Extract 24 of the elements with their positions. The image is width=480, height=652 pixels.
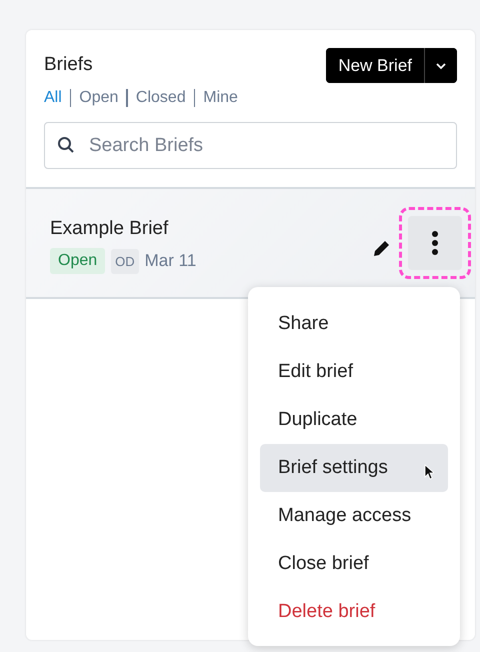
menu-item[interactable]: Close brief xyxy=(260,540,448,588)
search-field[interactable]: Search Briefs xyxy=(44,122,457,169)
status-tag: Open xyxy=(50,248,106,274)
menu-item[interactable]: Delete brief xyxy=(260,588,448,636)
filter-tab[interactable]: Mine xyxy=(203,89,238,107)
menu-item[interactable]: Brief settings xyxy=(260,444,448,492)
panel-title: Briefs xyxy=(44,54,93,76)
menu-item[interactable]: Manage access xyxy=(260,492,448,540)
filter-tab[interactable]: Open xyxy=(79,89,118,107)
search-icon xyxy=(57,136,75,154)
filter-tab[interactable]: Closed xyxy=(136,89,186,107)
menu-item[interactable]: Edit brief xyxy=(260,348,448,396)
brief-title: Example Brief xyxy=(50,218,170,240)
brief-row[interactable]: Example Brief Open OD Mar 11 xyxy=(26,189,475,299)
menu-item[interactable]: Share xyxy=(260,300,448,348)
more-button[interactable] xyxy=(408,216,462,270)
cursor-icon xyxy=(424,464,434,480)
more-icon xyxy=(431,230,439,256)
caret-icon xyxy=(435,62,447,70)
menu-item[interactable]: Duplicate xyxy=(260,396,448,444)
new-brief-button[interactable]: New Brief xyxy=(326,48,425,83)
filter-tab[interactable]: All xyxy=(44,89,62,107)
avatar-initials: OD xyxy=(111,248,139,274)
brief-date: Mar 11 xyxy=(144,251,196,271)
